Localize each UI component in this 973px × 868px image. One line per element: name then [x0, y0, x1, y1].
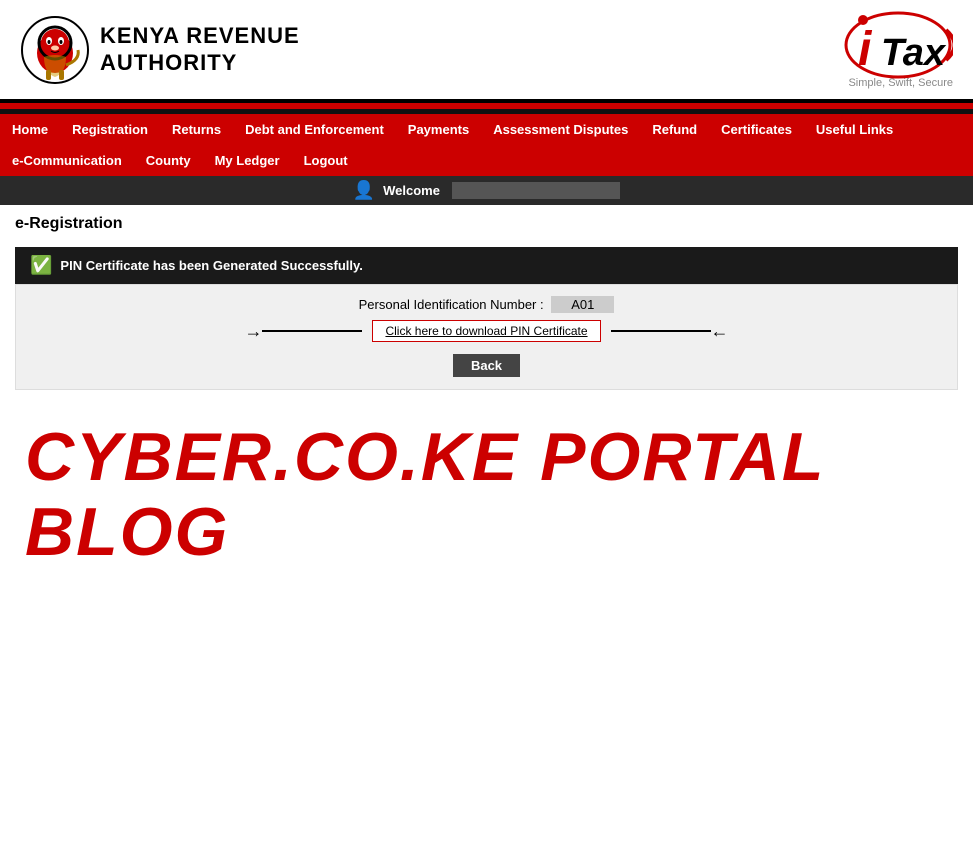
kra-name-line2: Authority — [100, 50, 300, 76]
svg-text:Tax: Tax — [881, 32, 947, 74]
watermark-area: CYBER.CO.KE PORTAL BLOG — [15, 390, 958, 600]
nav-refund[interactable]: Refund — [640, 114, 709, 145]
nav-returns[interactable]: Returns — [160, 114, 233, 145]
nav-ecommunication[interactable]: e-Communication — [0, 145, 134, 176]
download-pin-link[interactable]: Click here to download PIN Certificate — [372, 320, 600, 342]
arrow-right-icon: → — [244, 321, 262, 342]
left-arrow: → — [246, 321, 362, 342]
nav-certificates[interactable]: Certificates — [709, 114, 804, 145]
success-bar: ✅ PIN Certificate has been Generated Suc… — [15, 247, 958, 284]
pin-value: A01 — [551, 296, 614, 313]
download-row: → Click here to download PIN Certificate… — [31, 320, 942, 342]
kra-name: Kenya Revenue — [100, 23, 300, 49]
kra-text: Kenya Revenue Authority — [100, 23, 300, 76]
nav-assessment[interactable]: Assessment Disputes — [481, 114, 640, 145]
pin-row: Personal Identification Number : A01 — [31, 297, 942, 312]
back-btn-row: Back — [31, 354, 942, 377]
nav-useful-links[interactable]: Useful Links — [804, 114, 905, 145]
nav-row-2: e-Communication County My Ledger Logout — [0, 145, 973, 176]
welcome-label: Welcome — [383, 183, 440, 198]
arrow-left-icon: ← — [711, 321, 729, 342]
pin-label: Personal Identification Number : — [359, 297, 544, 312]
svg-text:i: i — [858, 23, 873, 76]
kra-lion-icon — [20, 15, 90, 85]
success-message: PIN Certificate has been Generated Succe… — [60, 258, 363, 273]
content-area: e-Registration ✅ PIN Certificate has bee… — [0, 205, 973, 610]
right-arrow: ← — [611, 321, 727, 342]
nav-logout[interactable]: Logout — [292, 145, 360, 176]
user-name-display — [452, 182, 620, 199]
header: Kenya Revenue Authority i Tax — [0, 0, 973, 103]
back-button[interactable]: Back — [453, 354, 520, 377]
watermark-text: CYBER.CO.KE PORTAL BLOG — [25, 420, 948, 570]
nav-home[interactable]: Home — [0, 114, 60, 145]
nav-row-1: Home Registration Returns Debt and Enfor… — [0, 114, 973, 145]
info-section: Personal Identification Number : A01 → C… — [15, 284, 958, 390]
itax-logo: i Tax Simple, Swift, Secure — [843, 10, 953, 89]
nav-county[interactable]: County — [134, 145, 203, 176]
success-icon: ✅ — [30, 255, 52, 276]
welcome-bar: 👤 Welcome — [0, 176, 973, 205]
nav-my-ledger[interactable]: My Ledger — [203, 145, 292, 176]
page-title: e-Registration — [15, 215, 958, 237]
user-icon: 👤 — [353, 180, 375, 201]
kra-logo-area: Kenya Revenue Authority — [20, 15, 300, 85]
nav-payments[interactable]: Payments — [396, 114, 481, 145]
nav-debt[interactable]: Debt and Enforcement — [233, 114, 396, 145]
nav-registration[interactable]: Registration — [60, 114, 160, 145]
itax-brand-svg: i Tax — [843, 10, 953, 80]
